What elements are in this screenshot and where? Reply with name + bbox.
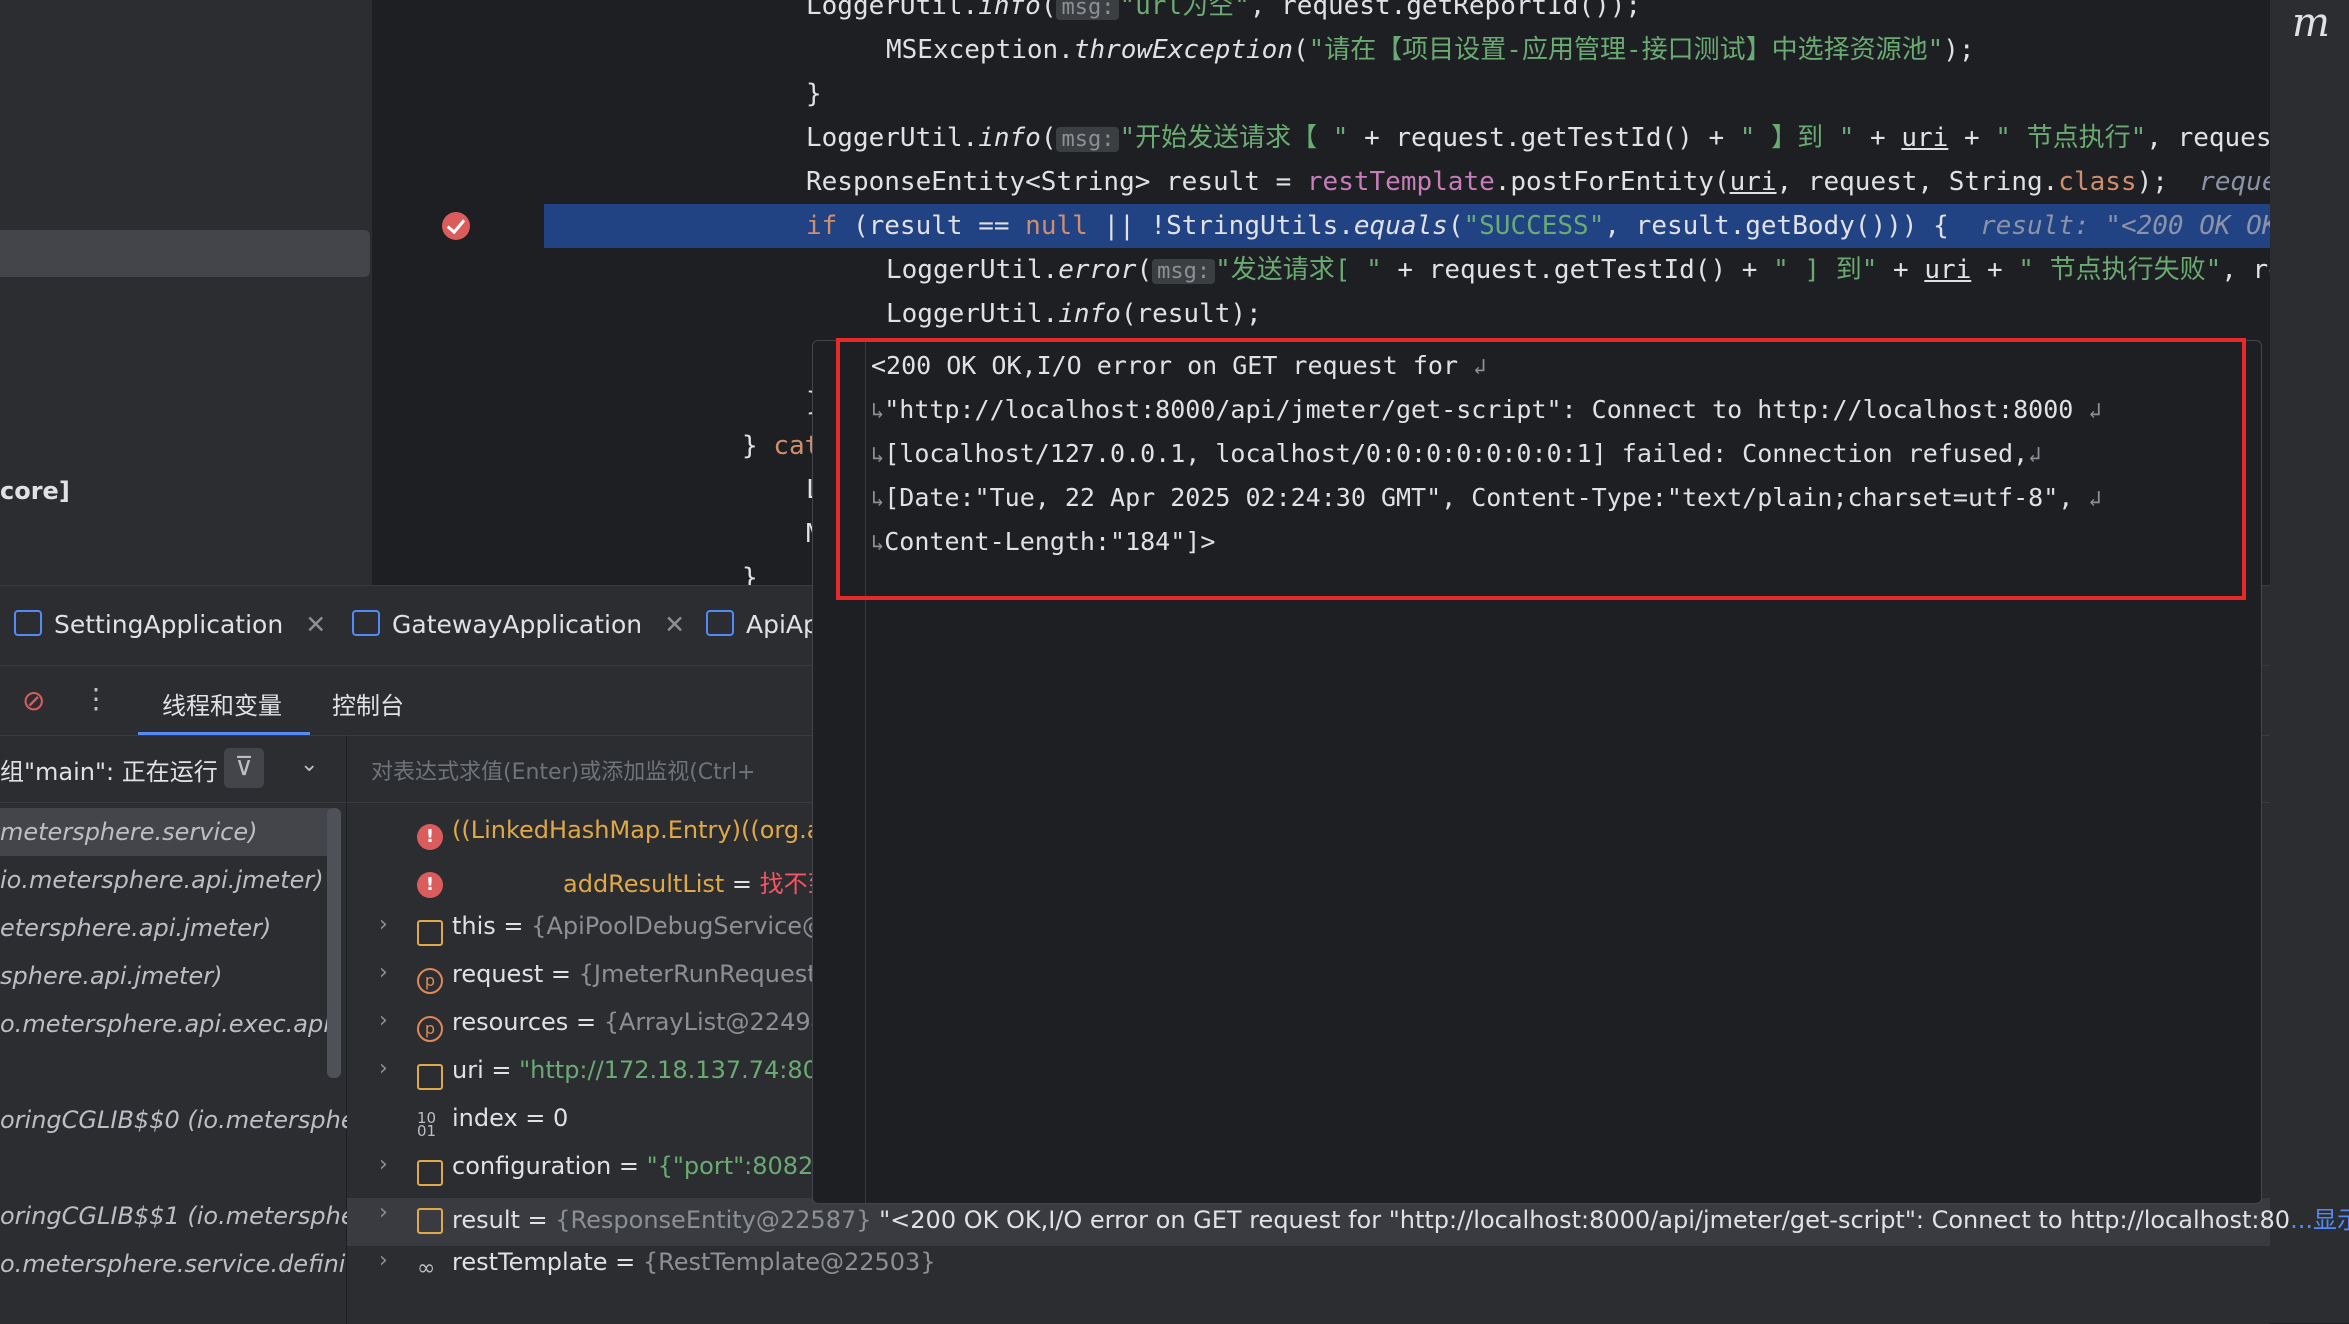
parameter-icon: p [417, 1016, 443, 1042]
chevron-right-icon[interactable]: › [379, 1248, 388, 1273]
frames-scrollbar[interactable] [327, 808, 341, 1078]
show-more-link[interactable]: ...显示 [2290, 1206, 2349, 1234]
application-icon [352, 610, 380, 636]
frame-item[interactable]: o.metersphere.service.definitio [0, 1250, 376, 1278]
error-icon: ! [417, 824, 443, 850]
chevron-right-icon[interactable]: › [379, 1200, 388, 1225]
tab-gateway-application[interactable]: GatewayApplication ✕ [352, 610, 685, 639]
field-icon [417, 920, 443, 946]
tab-threads-variables[interactable]: 线程和变量 [162, 686, 282, 721]
frame-item[interactable]: oringCGLIB$$0 (io.metersphere [0, 1106, 380, 1134]
thread-status: 组"main": 正在运行 [0, 758, 218, 786]
frame-item[interactable]: metersphere.service) [0, 818, 258, 846]
code-line-52: LoggerUtil.info(msg: "url为空", request.get… [544, 0, 1641, 28]
chevron-right-icon[interactable]: › [379, 1056, 388, 1081]
application-icon [14, 610, 42, 636]
frame-item[interactable]: io.metersphere.api.jmeter) [0, 866, 324, 894]
tab-api-application[interactable]: ApiAp [706, 610, 819, 639]
panel-divider [372, 0, 394, 585]
breakpoint-icon[interactable] [442, 212, 470, 240]
chevron-down-icon[interactable]: ⌄ [300, 752, 318, 777]
watch-glasses-icon: ∞ [417, 1256, 436, 1281]
field-icon [417, 1160, 443, 1186]
code-line-57: if (result == null || !StringUtils.equal… [806, 211, 2270, 241]
chevron-right-icon[interactable]: › [379, 912, 388, 937]
parameter-icon: p [417, 968, 443, 994]
tab-setting-application[interactable]: SettingApplication ✕ [14, 610, 326, 639]
frame-item[interactable]: o.metersphere.api.exec.api) [0, 1010, 339, 1038]
code-line-61: } [544, 380, 822, 424]
code-line-56: ResponseEntity<String> result = restTemp… [806, 167, 2270, 197]
filter-icon[interactable]: ⊽ [224, 748, 264, 788]
code-line-53: MSException.throwException("请在【项目设置-应用管理… [886, 35, 1975, 65]
application-icon [706, 610, 734, 636]
project-tree-selected-row[interactable] [0, 230, 370, 277]
chevron-right-icon[interactable]: › [379, 960, 388, 985]
close-icon[interactable]: ✕ [305, 610, 326, 639]
more-options-icon[interactable]: ⋮ [82, 682, 110, 715]
thread-selector[interactable]: 组"main": 正在运行 ⊽ ⌄ [0, 736, 346, 803]
code-line-65: } [742, 563, 758, 585]
code-line-62: } catch [742, 431, 852, 461]
frames-panel: 组"main": 正在运行 ⊽ ⌄ metersphere.service) i… [0, 735, 380, 1324]
mute-breakpoints-icon[interactable]: ⊘ [22, 684, 45, 717]
plugin-logo[interactable]: m [2292, 0, 2330, 46]
frame-item[interactable]: etersphere.api.jmeter) [0, 914, 271, 942]
field-icon [417, 1064, 443, 1090]
primitive-int-icon: 10 01 [417, 1109, 437, 1140]
chevron-right-icon[interactable]: › [379, 1152, 388, 1177]
tab-console[interactable]: 控制台 [332, 686, 404, 721]
close-icon[interactable]: ✕ [664, 610, 685, 639]
project-panel: core] [0, 0, 372, 585]
chevron-right-icon[interactable]: › [379, 1008, 388, 1033]
frame-item[interactable]: oringCGLIB$$1 (io.metersphere [0, 1202, 380, 1230]
project-tree-item-core[interactable]: core] [0, 477, 70, 505]
right-tool-stripe [2270, 0, 2349, 1323]
error-icon: ! [417, 872, 443, 898]
code-line-58: LoggerUtil.error(msg: "发送请求[ " + request.… [886, 255, 2270, 285]
annotation-highlight-box [836, 338, 2246, 600]
code-line-55: LoggerUtil.info(msg: "开始发送请求【 " + request… [806, 123, 2270, 153]
editor-gutter[interactable]: 52 53 54 55 56 58 59 60 61 62 63 64 65 [394, 0, 542, 585]
code-line-54: } [806, 79, 822, 109]
code-line-59: LoggerUtil.info(result); [886, 299, 1262, 329]
field-icon [417, 1208, 443, 1234]
frame-item[interactable]: sphere.api.jmeter) [0, 962, 222, 990]
